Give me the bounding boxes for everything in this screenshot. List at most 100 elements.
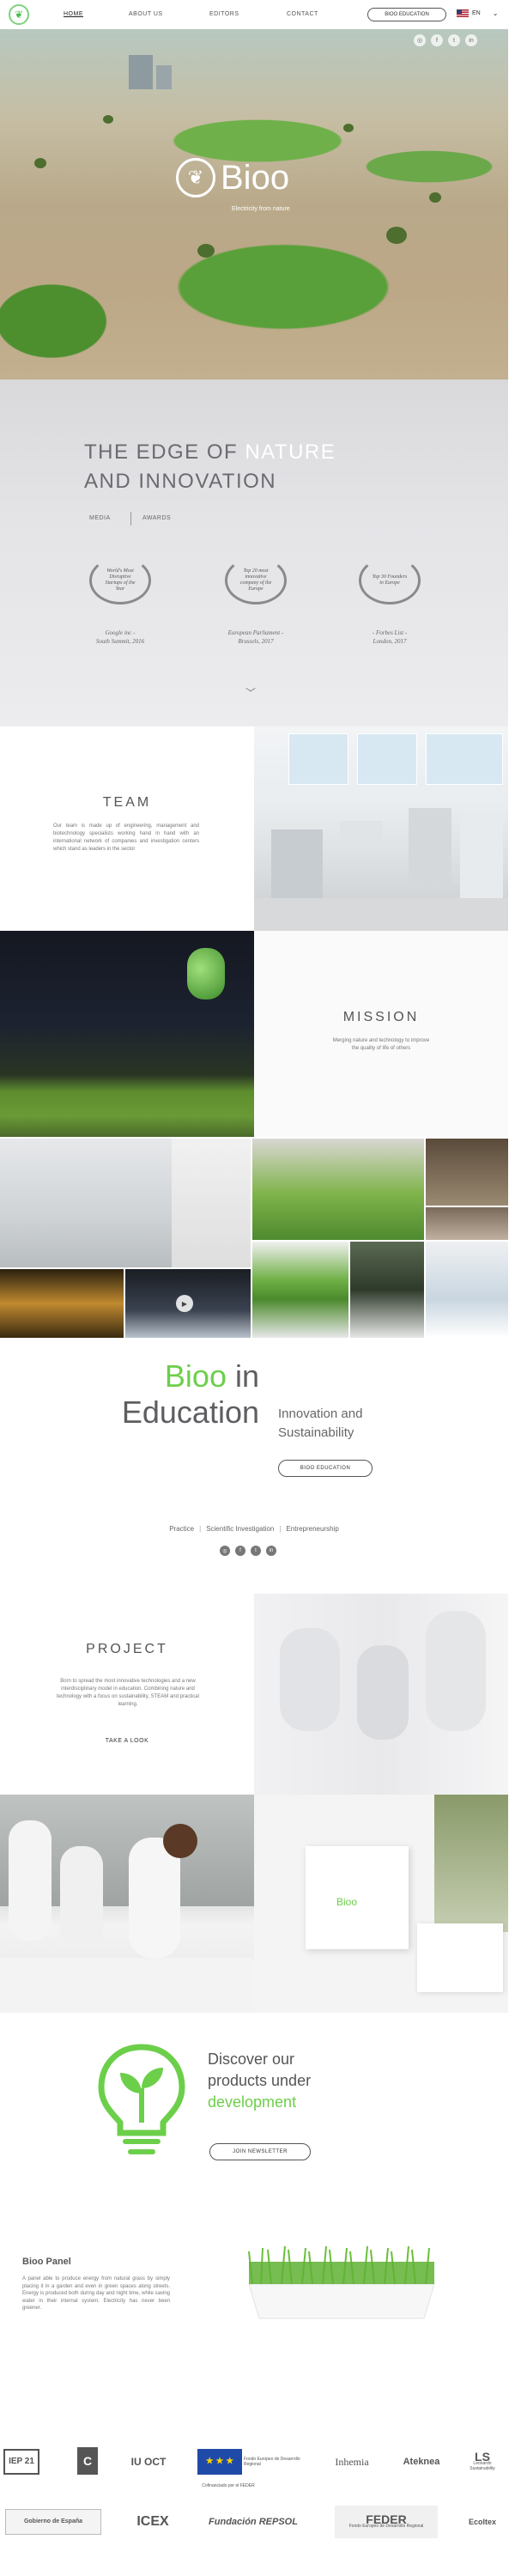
- partner-logo-ateknea: Ateknea: [391, 2449, 451, 2475]
- award-caption-line: - Forbes List -: [372, 629, 408, 636]
- lab-equipment: [340, 821, 383, 847]
- education-links: Practice | Scientific Investigation | Entrep…: [0, 1525, 508, 1533]
- chevron-down-icon[interactable]: ﹀: [245, 685, 256, 700]
- award-badge: Top 20 most innovative company of the Eu…: [225, 556, 287, 605]
- twitter-icon[interactable]: t: [448, 34, 460, 46]
- partner-logo-iep21: IEP 21: [3, 2449, 39, 2475]
- join-newsletter-button[interactable]: JOIN NEWSLETTER: [209, 2143, 311, 2160]
- gallery-photo[interactable]: [252, 1139, 424, 1240]
- award-badge-text: Top 20 most innovative company of the Eu…: [239, 568, 272, 592]
- watering-can-illustration: [187, 948, 225, 999]
- gallery-photo[interactable]: [350, 1242, 424, 1338]
- link-divider: |: [279, 1525, 282, 1533]
- lab-bench: [271, 829, 323, 898]
- top-navigation: ❦ HOME ABOUT US EDITORS CONTACT BIOO EDU…: [0, 0, 515, 29]
- facebook-icon[interactable]: f: [235, 1546, 245, 1556]
- partner-logo-label: Ecoltex: [468, 2518, 496, 2526]
- lab-window: [426, 733, 503, 785]
- hero-tree: [197, 244, 215, 258]
- team-lab-photo: [254, 726, 508, 931]
- education-heading-line2: Education: [121, 1394, 259, 1430]
- discover-line: products under: [208, 2072, 312, 2089]
- lab-window: [288, 733, 348, 785]
- award-caption-line: Google inc -: [105, 629, 136, 636]
- hero-banner: ❦ Bioo Electricity from nature ◎ f t in: [0, 29, 508, 380]
- hero-brand: ❦ Bioo: [176, 158, 289, 197]
- language-selector[interactable]: EN ⌄: [457, 9, 498, 17]
- bioo-education-button[interactable]: BIOO EDUCATION: [278, 1460, 373, 1477]
- awards-section: THE EDGE OF NATURE AND INNOVATION MEDIA …: [0, 380, 508, 726]
- play-icon[interactable]: ▶: [176, 1295, 193, 1312]
- hero-brand-name: Bioo: [221, 158, 290, 197]
- partner-logo-iuoct: IU OCT: [129, 2449, 168, 2475]
- gallery-photo[interactable]: [0, 1269, 124, 1338]
- nav-contact[interactable]: CONTACT: [287, 11, 318, 17]
- tab-media[interactable]: MEDIA: [89, 515, 111, 521]
- lab-equipment: [460, 812, 503, 898]
- link-divider: |: [199, 1525, 202, 1533]
- lab-floor: [254, 898, 508, 931]
- grass-panel-image: [248, 2245, 435, 2319]
- partner-logo-ls: LS Leonardo Sustainability: [467, 2447, 498, 2476]
- partner-logo-c: C: [77, 2447, 98, 2475]
- hero-tree: [386, 227, 407, 244]
- nav-home[interactable]: HOME: [64, 11, 83, 17]
- sprout-logo-icon[interactable]: ❦: [9, 4, 29, 25]
- facebook-icon[interactable]: f: [431, 34, 443, 46]
- gallery-photo[interactable]: [0, 1139, 172, 1267]
- partner-logo-repsol: Fundación REPSOL: [206, 2506, 300, 2538]
- sprout-icon: ❦: [176, 158, 215, 197]
- nav-editors[interactable]: EDITORS: [209, 11, 239, 17]
- team-heading: TEAM: [102, 795, 152, 810]
- mission-heading: MISSION: [342, 1010, 420, 1024]
- hero-building: [129, 55, 153, 89]
- students-lab-photo: [0, 1795, 254, 2013]
- gallery-photo[interactable]: [252, 1242, 348, 1338]
- partner-logo-label: IEP 21: [9, 2457, 34, 2466]
- partner-logo-label: FEDER: [366, 2512, 407, 2526]
- link-practice[interactable]: Practice: [169, 1525, 194, 1533]
- link-entrepreneurship[interactable]: Entrepreneurship: [286, 1525, 338, 1533]
- tab-divider: [130, 512, 131, 526]
- lab-window: [357, 733, 417, 785]
- mission-section: MISSION Merging nature and technology to…: [254, 931, 508, 1137]
- project-section: PROJECT Born to spread the most innovati…: [0, 1594, 254, 1795]
- gallery-photo[interactable]: [426, 1207, 508, 1240]
- linkedin-icon[interactable]: in: [266, 1546, 276, 1556]
- faded-person: [280, 1628, 340, 1731]
- award-badge: World's Most Disruptive Startups of the …: [89, 556, 151, 605]
- award-caption: European Parliament - Brussels, 2017: [204, 629, 307, 646]
- award-caption-line: London, 2017: [373, 638, 407, 645]
- linkedin-icon[interactable]: in: [465, 34, 477, 46]
- partner-logo-label: Fundación REPSOL: [209, 2517, 298, 2527]
- mission-description: Merging nature and technology to improve…: [332, 1038, 430, 1051]
- nav-about-us[interactable]: ABOUT US: [129, 11, 163, 17]
- gallery-photo[interactable]: [426, 1139, 508, 1206]
- discover-highlight: development: [208, 2093, 297, 2111]
- partner-logo-label: Ateknea: [403, 2457, 440, 2467]
- link-scientific-investigation[interactable]: Scientific Investigation: [206, 1525, 274, 1533]
- us-flag-icon: [457, 9, 469, 17]
- hero-tree: [343, 124, 354, 132]
- bioo-kit-label: Bioo: [336, 1896, 358, 1908]
- gallery-photo[interactable]: [426, 1242, 508, 1338]
- plant-background: [434, 1795, 508, 1932]
- bioo-education-button[interactable]: BIOO EDUCATION: [367, 8, 446, 21]
- instagram-icon[interactable]: ◎: [414, 34, 426, 46]
- partner-logo-label: Fondo Europeo de Desarrollo Regional: [244, 2457, 300, 2467]
- gallery-photo[interactable]: [172, 1139, 251, 1267]
- hero-building: [156, 65, 172, 89]
- hero-tree: [103, 115, 113, 124]
- student: [60, 1846, 103, 1949]
- tab-awards[interactable]: AWARDS: [142, 515, 171, 521]
- instagram-icon[interactable]: ◎: [220, 1546, 230, 1556]
- partner-logo-label: Gobierno de España: [23, 2518, 83, 2524]
- heading-part: THE EDGE OF: [84, 440, 245, 464]
- awards-heading: THE EDGE OF NATURE AND INNOVATION: [84, 438, 336, 496]
- take-a-look-link[interactable]: TAKE A LOOK: [0, 1738, 254, 1744]
- award-caption-line: European Parliament -: [227, 629, 284, 636]
- mission-grass-photo: [0, 931, 254, 1137]
- twitter-icon[interactable]: t: [251, 1546, 261, 1556]
- hero-tagline: Electricity from nature: [232, 206, 290, 212]
- partner-logo-sub: Cofinanciado por el FEDER: [202, 2483, 255, 2488]
